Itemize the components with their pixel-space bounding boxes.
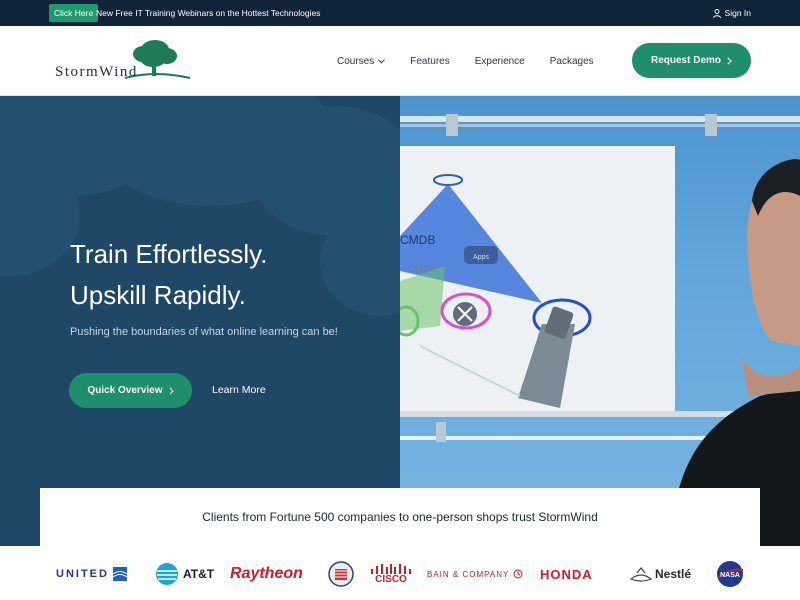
sign-in-link[interactable]: Sign In: [712, 0, 751, 26]
screen-label-apps: Apps: [473, 254, 489, 261]
client-logo-bain-text: BAIN & COMPANY: [427, 569, 510, 579]
client-logos-strip: UNITED AT&T Raytheon CISCO BAIN & COMPAN…: [0, 548, 800, 600]
nav-courses-label: Courses: [337, 55, 375, 67]
chevron-right-icon: [727, 56, 732, 65]
request-demo-button[interactable]: Request Demo: [632, 43, 751, 78]
client-logo-att: AT&T: [155, 548, 214, 600]
clients-card: Clients from Fortune 500 companies to on…: [40, 488, 760, 548]
hero-text-panel: Train Effortlessly. Upskill Rapidly. Pus…: [0, 96, 400, 546]
promo-bar: Click Here New Free IT Training Webinars…: [0, 0, 800, 26]
att-globe-icon: [156, 563, 178, 585]
hero-title-line-2: Upskill Rapidly.: [70, 280, 246, 310]
client-logo-united: UNITED: [56, 548, 127, 600]
request-demo-label: Request Demo: [650, 55, 721, 66]
nasa-meatball-icon: NASA: [717, 561, 744, 587]
stormwind-logo[interactable]: StormWind: [55, 38, 195, 84]
client-logo-united-text: UNITED: [56, 568, 109, 580]
client-logo-honda: HONDA: [540, 548, 593, 600]
client-logo-honda-text: HONDA: [540, 566, 593, 582]
nav-packages[interactable]: Packages: [550, 56, 594, 67]
cisco-bars-icon: [371, 563, 411, 574]
client-logo-raytheon: Raytheon: [230, 548, 303, 600]
client-logo-bain: BAIN & COMPANY: [427, 548, 523, 600]
client-logo-nasa: NASA: [716, 548, 744, 600]
hero-video-image: CMDB CMDB Apps: [400, 96, 800, 546]
logo-wordmark: StormWind: [55, 64, 138, 80]
user-icon: [712, 8, 721, 18]
quick-overview-label: Quick Overview: [87, 385, 163, 396]
learn-more-link[interactable]: Learn More: [212, 373, 266, 408]
client-logo-seal: [328, 548, 354, 600]
nav-features[interactable]: Features: [410, 56, 449, 67]
client-logo-raytheon-text: Raytheon: [230, 565, 303, 582]
nav-experience[interactable]: Experience: [475, 56, 525, 67]
chevron-down-icon: [378, 58, 386, 64]
hero-section: Train Effortlessly. Upskill Rapidly. Pus…: [0, 96, 800, 546]
bain-circle-icon: [513, 569, 523, 579]
client-logo-nestle: Nestlé: [629, 548, 691, 600]
sign-in-label: Sign In: [724, 8, 751, 18]
hero-subtitle: Pushing the boundaries of what online le…: [70, 326, 338, 338]
united-globe-icon: [112, 567, 127, 581]
clients-heading: Clients from Fortune 500 companies to on…: [202, 510, 598, 524]
instructor-video-illustration: CMDB CMDB Apps: [400, 114, 800, 546]
client-logo-cisco-text: CISCO: [375, 573, 407, 585]
main-nav: Courses Features Experience Packages: [337, 26, 619, 96]
government-seal-icon: [328, 561, 354, 587]
quick-overview-button[interactable]: Quick Overview: [69, 373, 192, 408]
promo-text[interactable]: New Free IT Training Webinars on the Hot…: [96, 0, 320, 26]
click-here-button[interactable]: Click Here: [49, 4, 99, 22]
hero-title-line-1: Train Effortlessly.: [70, 239, 268, 269]
nav-courses[interactable]: Courses: [337, 55, 386, 67]
client-logo-cisco: CISCO: [370, 548, 412, 600]
client-logo-nasa-text: NASA: [720, 572, 740, 579]
client-logo-att-text: AT&T: [183, 567, 215, 581]
site-header: StormWind Courses Features Experience Pa…: [0, 26, 800, 96]
screen-label-cmdb: CMDB: [400, 233, 435, 247]
client-logo-nestle-text: Nestlé: [655, 567, 692, 581]
chevron-right-icon: [168, 386, 174, 395]
nestle-nest-icon: [629, 567, 653, 582]
